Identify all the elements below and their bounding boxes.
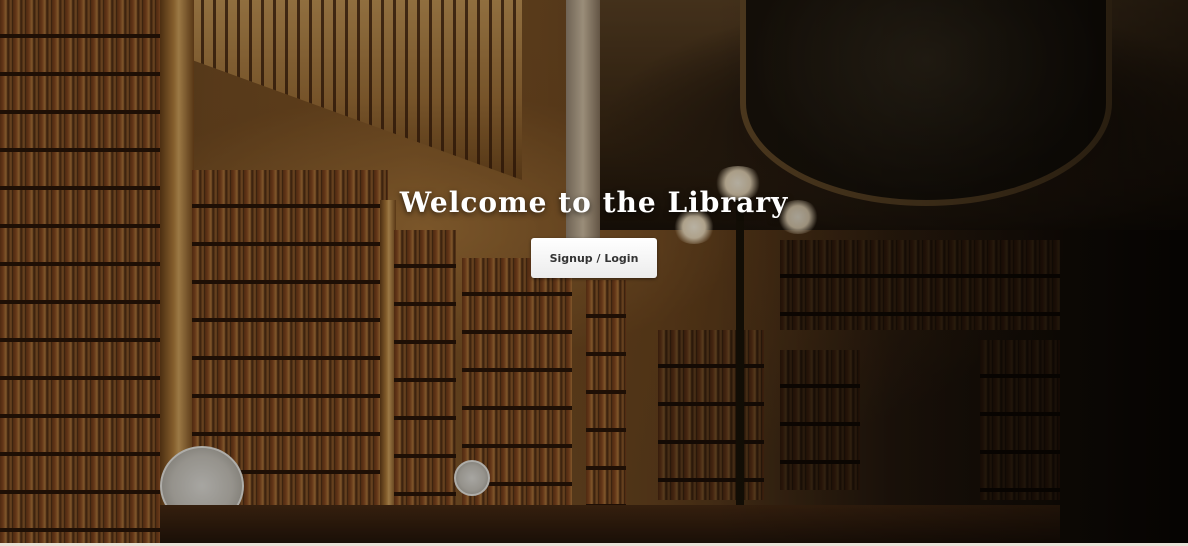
hero-section: Welcome to the Library Signup / Login [0,0,1188,546]
signup-login-button[interactable]: Signup / Login [531,238,657,278]
page-title: Welcome to the Library [399,186,789,219]
hero-content: Welcome to the Library Signup / Login [0,184,1188,278]
